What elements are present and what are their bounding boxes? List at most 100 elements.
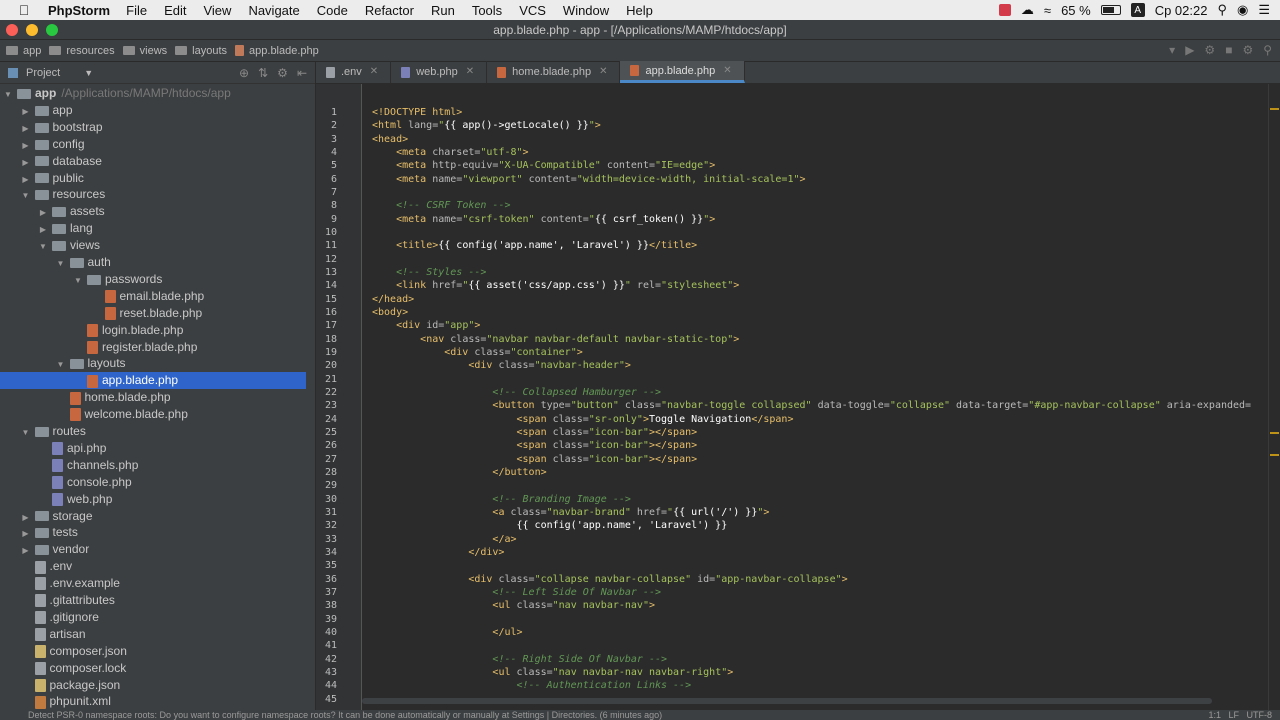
tree-item[interactable]: app.blade.php — [0, 372, 306, 390]
line-number[interactable]: 33 — [316, 533, 337, 546]
tree-item[interactable]: ▶ app — [0, 102, 306, 119]
line-number[interactable]: 16 — [316, 306, 337, 319]
breadcrumb-file[interactable]: app.blade.php — [235, 45, 319, 57]
tree-item[interactable]: reset.blade.php — [0, 305, 306, 322]
breadcrumb-app[interactable]: app — [6, 45, 41, 57]
line-number[interactable]: 42 — [316, 653, 337, 666]
tree-item[interactable]: composer.json — [0, 643, 306, 660]
chevron-right-icon[interactable]: ▶ — [20, 525, 32, 542]
search-everywhere-icon[interactable]: ⚲ — [1263, 43, 1272, 57]
tree-item[interactable]: composer.lock — [0, 660, 306, 677]
line-number[interactable]: 32 — [316, 519, 337, 532]
tree-item[interactable]: login.blade.php — [0, 322, 306, 339]
code-line[interactable]: </button> — [372, 466, 546, 479]
code-line[interactable]: <title>{{ config('app.name', 'Laravel') … — [372, 239, 697, 252]
tree-item[interactable]: ▶ tests — [0, 524, 306, 541]
stop-icon[interactable]: ■ — [1225, 43, 1232, 57]
recording-icon[interactable] — [998, 4, 1011, 16]
breadcrumb-layouts[interactable]: layouts — [175, 45, 227, 57]
code-line[interactable]: <link href="{{ asset('css/app.css') }}" … — [372, 279, 739, 292]
tree-item[interactable]: .gitignore — [0, 609, 306, 626]
line-number[interactable]: 37 — [316, 586, 337, 599]
chevron-right-icon[interactable]: ▶ — [20, 120, 32, 137]
chevron-down-icon[interactable]: ▼ — [72, 272, 84, 289]
line-number[interactable]: 12 — [316, 253, 337, 266]
line-number[interactable]: 11 — [316, 239, 337, 252]
chevron-down-icon[interactable]: ▼ — [55, 356, 67, 373]
tree-item[interactable]: console.php — [0, 474, 306, 491]
close-icon[interactable]: ✕ — [599, 61, 607, 83]
warning-marker[interactable] — [1270, 454, 1279, 456]
line-number[interactable]: 18 — [316, 333, 337, 346]
line-number[interactable]: 3 — [316, 133, 337, 146]
line-number[interactable]: 44 — [316, 679, 337, 692]
tree-item[interactable]: ▼ auth — [0, 254, 306, 271]
code-line[interactable]: <span class="icon-bar"></span> — [372, 426, 698, 439]
chevron-down-icon[interactable]: ▼ — [37, 238, 49, 255]
code-line[interactable]: <button type="button" class="navbar-togg… — [372, 399, 1251, 412]
tree-item[interactable]: ▼ layouts — [0, 355, 306, 372]
code-line[interactable]: <!-- Authentication Links --> — [372, 679, 692, 692]
line-number[interactable]: 14 — [316, 279, 337, 292]
line-number[interactable]: 39 — [316, 613, 337, 626]
tree-item[interactable]: ▶ vendor — [0, 541, 306, 558]
menu-help[interactable]: Help — [626, 3, 653, 18]
code-line[interactable]: <ul class="nav navbar-nav"> — [372, 599, 655, 612]
tree-item[interactable]: package.json — [0, 677, 306, 694]
chevron-right-icon[interactable]: ▶ — [20, 171, 32, 188]
tree-item[interactable]: ▶ storage — [0, 508, 306, 525]
code-line[interactable]: <body> — [372, 306, 408, 319]
line-number[interactable]: 15 — [316, 293, 337, 306]
chevron-right-icon[interactable]: ▶ — [20, 154, 32, 171]
line-number[interactable]: 23 — [316, 399, 337, 412]
line-number[interactable]: 22 — [316, 386, 337, 399]
chevron-down-icon[interactable]: ▼ — [55, 255, 67, 272]
close-icon[interactable]: ✕ — [370, 61, 378, 83]
code-line[interactable]: </head> — [372, 293, 414, 306]
debug-icon[interactable]: ⚙ — [1204, 43, 1215, 57]
tab-home-blade[interactable]: home.blade.php ✕ — [487, 61, 621, 83]
line-number[interactable]: 25 — [316, 426, 337, 439]
chevron-right-icon[interactable]: ▶ — [20, 103, 32, 120]
input-source-icon[interactable]: A — [1130, 3, 1145, 17]
tree-item[interactable]: api.php — [0, 440, 306, 457]
menu-window[interactable]: Window — [563, 3, 609, 18]
hide-panel-icon[interactable]: ⇤ — [297, 66, 307, 80]
code-line[interactable]: <meta charset="utf-8"> — [372, 146, 528, 159]
code-line[interactable]: <span class="icon-bar"></span> — [372, 439, 698, 452]
code-line[interactable]: <div class="container"> — [372, 346, 583, 359]
tree-item[interactable]: .gitattributes — [0, 592, 306, 609]
tree-item[interactable]: ▼ app/Applications/MAMP/htdocs/app — [0, 85, 306, 102]
line-number[interactable]: 40 — [316, 626, 337, 639]
code-line[interactable]: <div id="app"> — [372, 319, 480, 332]
line-number[interactable]: 35 — [316, 559, 337, 572]
tree-item[interactable]: email.blade.php — [0, 288, 306, 305]
menu-code[interactable]: Code — [317, 3, 348, 18]
menu-navigate[interactable]: Navigate — [248, 3, 299, 18]
code-line[interactable]: <span class="sr-only">Toggle Navigation<… — [372, 413, 794, 426]
line-number[interactable]: 20 — [316, 359, 337, 372]
tab-web-php[interactable]: web.php ✕ — [391, 61, 488, 83]
code-line[interactable]: <!-- Left Side Of Navbar --> — [372, 586, 661, 599]
tree-item[interactable]: ▼ views — [0, 237, 306, 254]
code-line[interactable]: {{ config('app.name', 'Laravel') }} — [372, 519, 728, 532]
menu-refactor[interactable]: Refactor — [365, 3, 414, 18]
chevron-right-icon[interactable]: ▶ — [20, 137, 32, 154]
spotlight-search-icon[interactable]: ⚲ — [1217, 2, 1227, 18]
line-number[interactable]: 6 — [316, 173, 337, 186]
code-line[interactable]: <nav class="navbar navbar-default navbar… — [372, 333, 739, 346]
battery-icon[interactable] — [1100, 5, 1121, 15]
settings-icon[interactable]: ⚙ — [1242, 43, 1253, 57]
line-number[interactable]: 29 — [316, 479, 337, 492]
tree-item[interactable]: register.blade.php — [0, 339, 306, 356]
code-line[interactable]: <ul class="nav navbar-nav navbar-right"> — [372, 666, 733, 679]
tree-item[interactable]: ▼ passwords — [0, 271, 306, 288]
caret-position[interactable]: 1:1 — [1208, 710, 1221, 720]
code-line[interactable]: <!-- Styles --> — [372, 266, 486, 279]
code-line[interactable]: </ul> — [372, 626, 522, 639]
line-number[interactable]: 9 — [316, 213, 337, 226]
code-line[interactable]: <meta name="csrf-token" content="{{ csrf… — [372, 213, 715, 226]
code-line[interactable]: <html lang="{{ app()->getLocale() }}"> — [372, 119, 601, 132]
line-separator[interactable]: LF — [1228, 710, 1239, 720]
close-window-icon[interactable] — [6, 24, 18, 36]
